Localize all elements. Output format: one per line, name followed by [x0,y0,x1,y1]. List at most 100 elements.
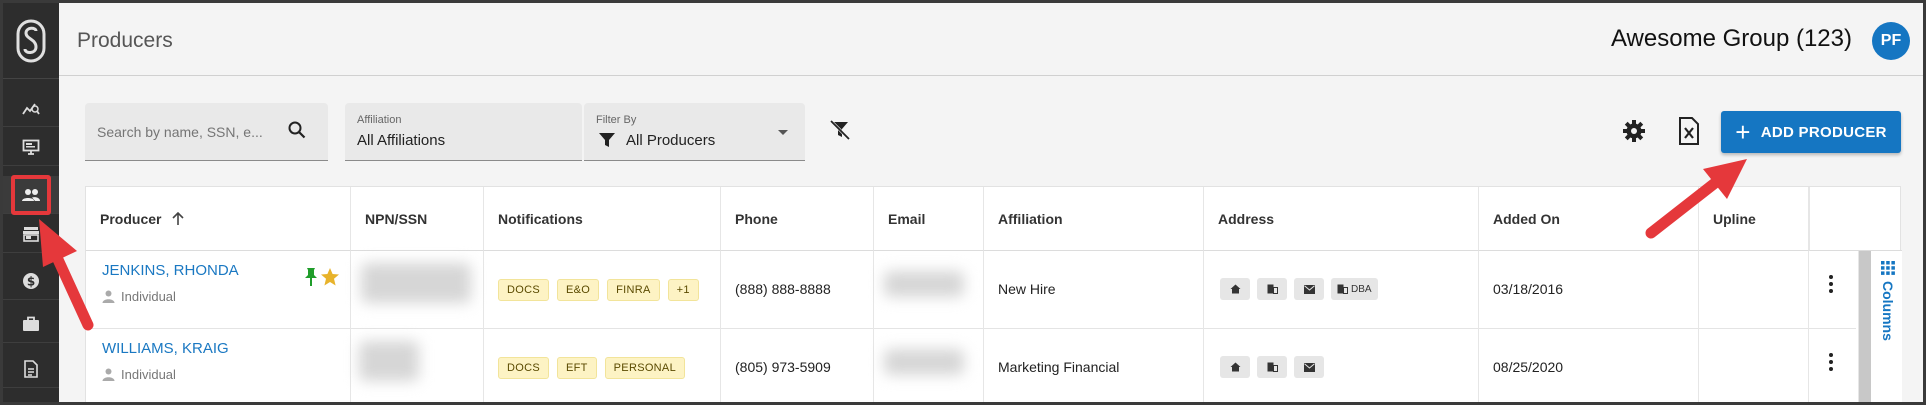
notification-badge[interactable]: DOCS [498,357,549,379]
monitor-icon [22,139,40,155]
column-header-upline[interactable]: Upline [1699,187,1809,251]
app-frame: $ Producers Awesome Group (123) PF Searc… [0,0,1926,405]
mail-icon [1303,284,1315,294]
producer-name-link[interactable]: JENKINS, RHONDA [102,262,239,279]
gear-icon[interactable] [1622,119,1646,143]
business-address-chip[interactable] [1257,278,1287,300]
actions-cell [1809,251,1856,329]
star-icon[interactable] [320,267,340,287]
group-name[interactable]: Awesome Group (123) [1611,25,1852,53]
grid-icon [1881,261,1895,275]
column-header-email[interactable]: Email [874,187,984,251]
highlight-box [11,175,51,215]
phone-cell: (805) 973-5909 [721,329,874,402]
sort-ascending-icon[interactable] [171,211,185,226]
added-on-cell: 03/18/2016 [1479,251,1699,329]
notification-badge[interactable]: FINRA [607,279,660,301]
funnel-icon [599,133,615,147]
sidebar-item-briefcase[interactable] [3,305,59,343]
clear-filter-icon[interactable] [829,119,851,141]
svg-text:$: $ [27,274,35,288]
column-header-label: Affiliation [998,210,1063,227]
home-address-chip[interactable] [1220,356,1250,378]
column-header-added-on[interactable]: Added On [1479,187,1699,251]
added-on-cell: 08/25/2020 [1479,329,1699,402]
home-icon [1230,284,1240,294]
search-placeholder: Search by name, SSN, e... [97,124,263,140]
column-header-label: Email [888,210,926,227]
home-address-chip[interactable] [1220,278,1250,300]
column-header-label: Notifications [498,210,583,227]
table-row[interactable]: JENKINS, RHONDA Individual DOCS E&O FINR… [86,251,1856,329]
affiliation-value: All Affiliations [357,132,446,149]
filter-by-select[interactable]: Filter By All Producers [584,103,805,161]
mail-icon [1303,362,1315,372]
sidebar-item-documents[interactable] [3,350,59,388]
notification-badge-more[interactable]: +1 [667,279,699,301]
column-header-phone[interactable]: Phone [721,187,874,251]
sidebar-item-analytics[interactable] [3,89,59,127]
page-title: Producers [77,29,173,52]
excel-export-icon[interactable] [1678,117,1700,145]
affiliation-field[interactable]: Affiliation All Affiliations [345,103,582,161]
added-on-value: 08/25/2020 [1493,359,1564,375]
column-header-affiliation[interactable]: Affiliation [984,187,1204,251]
mailing-address-chip[interactable] [1294,356,1324,378]
phone-value: (888) 888-8888 [735,281,831,297]
search-icon[interactable] [288,121,306,139]
redacted-value [361,263,471,303]
actions-cell [1809,329,1856,402]
columns-label: Columns [1880,281,1896,341]
add-producer-button[interactable]: + ADD PRODUCER [1721,111,1901,153]
plus-icon: + [1735,117,1751,147]
affiliation-cell: New Hire [984,251,1204,329]
mailing-address-chip[interactable] [1294,278,1324,300]
app-logo[interactable] [3,3,59,79]
vertical-scrollbar[interactable] [1859,251,1871,402]
more-options-icon[interactable] [1829,275,1833,293]
producer-name-link[interactable]: WILLIAMS, KRAIG [102,340,229,357]
column-header-address[interactable]: Address [1204,187,1479,251]
pin-icon[interactable] [302,267,320,287]
dba-label: DBA [1351,283,1372,295]
dollar-icon: $ [23,272,39,289]
notification-badge[interactable]: EFT [556,357,597,379]
producer-type-label: Individual [121,289,176,304]
sidebar-item-monitor[interactable] [3,128,59,166]
producer-type-label: Individual [121,367,176,382]
producer-cell: JENKINS, RHONDA Individual [86,251,351,329]
column-header-label: Upline [1713,210,1756,227]
table-row[interactable]: WILLIAMS, KRAIG Individual DOCS EFT PERS… [86,329,1856,402]
search-input[interactable]: Search by name, SSN, e... [85,103,328,161]
affiliation-value: New Hire [998,281,1056,297]
upline-cell [1699,329,1809,402]
affiliation-label: Affiliation [357,114,402,126]
column-header-producer[interactable]: Producer [86,187,351,251]
column-header-label: Phone [735,210,778,227]
sidebar-item-billing[interactable]: $ [3,262,59,300]
redacted-value [884,271,964,297]
sidebar-item-store[interactable] [3,215,59,253]
notification-badge[interactable]: DOCS [498,279,549,301]
business-address-chip[interactable] [1257,356,1287,378]
producer-type: Individual [102,289,176,304]
sidebar: $ [3,3,59,402]
avatar[interactable]: PF [1872,22,1910,60]
filter-label: Filter By [596,114,637,126]
address-cell: DBA [1204,251,1479,329]
notification-badge[interactable]: PERSONAL [604,357,685,379]
column-header-notifications[interactable]: Notifications [484,187,721,251]
columns-panel: Columns [1858,251,1902,402]
column-header-actions [1809,187,1902,251]
column-header-npn-ssn[interactable]: NPN/SSN [351,187,484,251]
person-icon [102,368,115,381]
notification-badge[interactable]: E&O [556,279,600,301]
more-options-icon[interactable] [1829,353,1833,371]
column-header-label: Address [1218,210,1275,227]
person-icon [102,290,115,303]
redacted-value [359,341,419,381]
column-header-label: Added On [1493,210,1560,227]
columns-button[interactable]: Columns [1877,261,1899,341]
npn-ssn-cell [351,251,484,329]
dba-address-chip[interactable]: DBA [1331,278,1378,300]
